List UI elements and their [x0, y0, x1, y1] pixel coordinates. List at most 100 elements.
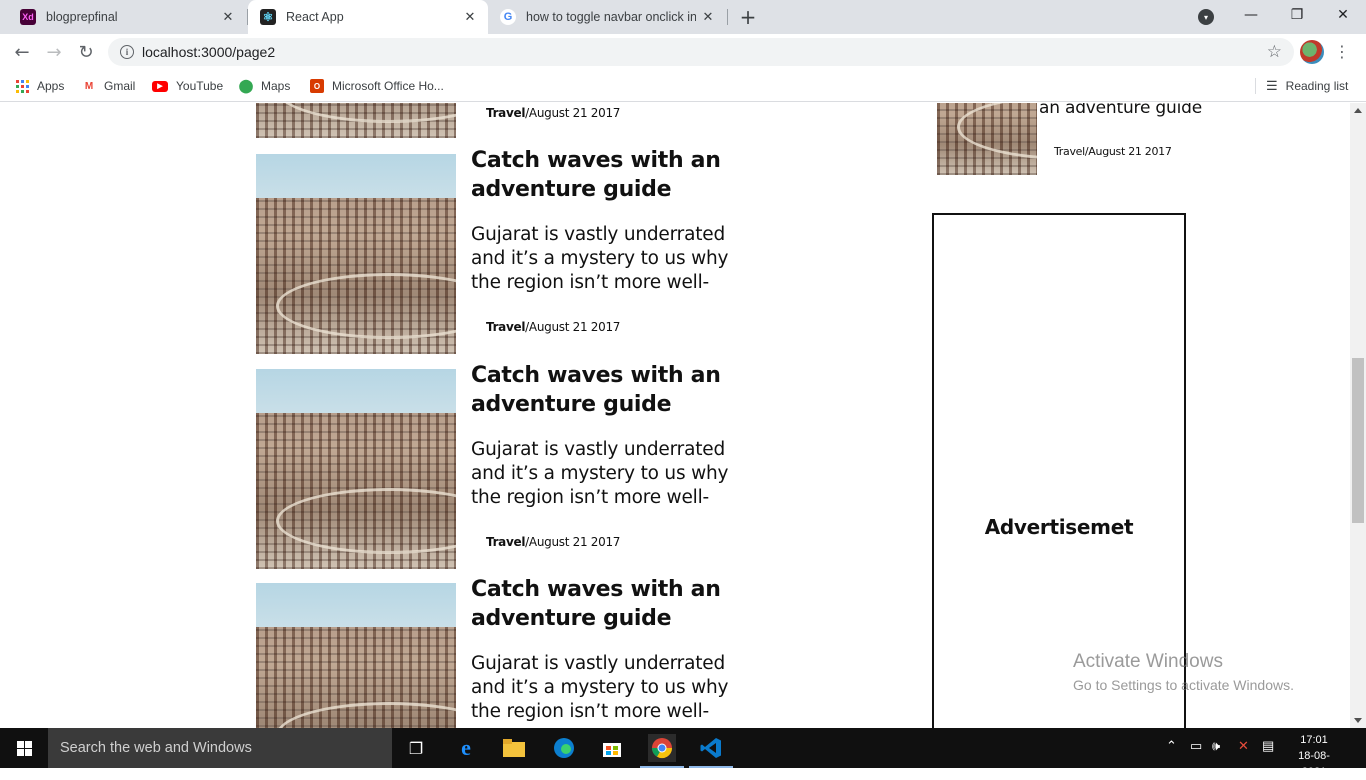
- office-icon: O: [310, 79, 324, 93]
- post-image[interactable]: [256, 583, 456, 728]
- profile-avatar[interactable]: [1300, 40, 1324, 64]
- start-button[interactable]: [0, 728, 48, 768]
- more-menu-icon[interactable]: ⋮: [1334, 42, 1350, 61]
- network-icon[interactable]: ✕: [1238, 738, 1249, 754]
- post-category[interactable]: Travel: [486, 320, 525, 334]
- post-title[interactable]: Catch waves with an adventure guide: [471, 361, 771, 419]
- close-icon[interactable]: ✕: [696, 5, 720, 29]
- url-text[interactable]: localhost:3000/page2: [142, 44, 275, 60]
- page-viewport: Travel/August 21 2017 Catch waves with a…: [0, 103, 1350, 728]
- post-date: /August 21 2017: [525, 106, 621, 120]
- action-center-icon[interactable]: ▤: [1262, 738, 1274, 754]
- tray-chevron-icon[interactable]: ⌃: [1166, 738, 1177, 754]
- reading-list-icon: ☰: [1266, 78, 1278, 93]
- tab-search-icon[interactable]: ▾: [1198, 9, 1214, 25]
- sidebar-post-image[interactable]: [937, 103, 1037, 175]
- post-title[interactable]: Catch waves with an adventure guide: [471, 575, 771, 633]
- youtube-icon: ▶: [152, 80, 168, 92]
- bookmark-label: YouTube: [176, 79, 224, 93]
- post-date: /August 21 2017: [525, 535, 621, 549]
- bookmarks-bar: Apps M Gmail ▶ YouTube ⬤ Maps O Microsof…: [0, 70, 1366, 102]
- scroll-up-icon[interactable]: [1354, 108, 1362, 113]
- bookmark-star-icon[interactable]: ☆: [1267, 42, 1282, 62]
- windows-logo-icon: [16, 740, 32, 756]
- post-title[interactable]: Catch waves with an adventure guide: [471, 146, 771, 204]
- edge-icon[interactable]: [550, 734, 578, 762]
- maps-pin-icon: ⬤: [238, 78, 254, 93]
- post-category[interactable]: Travel: [486, 106, 525, 120]
- adobe-xd-icon: Xd: [20, 9, 36, 25]
- reading-list-label: Reading list: [1285, 79, 1349, 93]
- back-arrow-icon[interactable]: ←: [8, 38, 36, 66]
- post-date: /August 21 2017: [525, 320, 621, 334]
- react-icon: ⚛: [260, 9, 276, 25]
- tab-react-app[interactable]: ⚛ React App ✕: [248, 0, 488, 34]
- scroll-down-icon[interactable]: [1354, 718, 1362, 723]
- reload-icon[interactable]: ↻: [72, 38, 100, 66]
- bookmark-label: Maps: [261, 79, 291, 93]
- activate-windows-watermark: Activate Windows Go to Settings to activ…: [1073, 651, 1294, 693]
- tab-title: React App: [286, 10, 344, 24]
- post-image[interactable]: [256, 103, 456, 138]
- tab-title: blogprepfinal: [46, 10, 118, 24]
- edge-legacy-icon[interactable]: e: [452, 734, 480, 762]
- browser-toolbar: ← → ↻ i localhost:3000/page2 ☆ ⋮: [0, 34, 1366, 70]
- chrome-icon[interactable]: [640, 734, 684, 768]
- post-excerpt: Gujarat is vastly underrated and it’s a …: [471, 439, 729, 508]
- system-clock[interactable]: 17:01 18-08-2021: [1290, 732, 1338, 780]
- post-meta: Travel/August 21 2017: [486, 106, 620, 120]
- site-info-icon[interactable]: i: [120, 45, 134, 59]
- bookmark-maps[interactable]: ⬤ Maps: [238, 76, 291, 96]
- apps-grid-icon: [15, 79, 29, 93]
- post-meta: Travel/August 21 2017: [486, 320, 620, 334]
- tab-title: how to toggle navbar onclick in r: [526, 10, 696, 24]
- close-icon[interactable]: ✕: [458, 5, 482, 29]
- bookmark-label: Apps: [37, 79, 65, 93]
- file-explorer-icon[interactable]: [500, 734, 528, 762]
- post-image[interactable]: [256, 369, 456, 569]
- battery-icon[interactable]: ▭: [1190, 738, 1202, 754]
- clock-date: 18-08-2021: [1298, 750, 1330, 778]
- forward-arrow-icon[interactable]: →: [40, 38, 68, 66]
- clock-time: 17:01: [1300, 734, 1328, 746]
- bookmark-label: Microsoft Office Ho...: [332, 79, 444, 93]
- address-bar[interactable]: i localhost:3000/page2 ☆: [108, 38, 1294, 66]
- maximize-button[interactable]: ❐: [1274, 0, 1320, 30]
- tab-divider: [727, 9, 728, 25]
- tab-strip: Xd blogprepfinal ✕ ⚛ React App ✕ G how t…: [0, 0, 1366, 34]
- windows-taskbar: Search the web and Windows ❐ e ⌃ ▭ 🕪 ✕ ▤…: [0, 728, 1366, 778]
- sidebar-post-meta: Travel/August 21 2017: [1054, 145, 1172, 158]
- watermark-subtitle: Go to Settings to activate Windows.: [1073, 677, 1294, 693]
- post-meta: Travel/August 21 2017: [486, 535, 620, 549]
- minimize-button[interactable]: —: [1228, 0, 1274, 30]
- sidebar-post-title[interactable]: an adventure guide: [1039, 103, 1202, 118]
- volume-icon[interactable]: 🕪: [1212, 738, 1220, 754]
- store-icon[interactable]: [598, 734, 626, 762]
- post-image[interactable]: [256, 154, 456, 354]
- post-category[interactable]: Travel: [486, 535, 525, 549]
- page-scrollbar[interactable]: [1350, 103, 1366, 728]
- close-window-button[interactable]: ✕: [1320, 0, 1366, 30]
- post-excerpt: Gujarat is vastly underrated and it’s a …: [471, 653, 729, 722]
- bookmark-office[interactable]: O Microsoft Office Ho...: [310, 76, 444, 96]
- advertisement-label: Advertisemet: [984, 515, 1134, 539]
- post-excerpt: Gujarat is vastly underrated and it’s a …: [471, 224, 729, 293]
- vscode-icon[interactable]: [689, 734, 733, 768]
- taskbar-search-placeholder: Search the web and Windows: [60, 740, 252, 756]
- task-view-icon[interactable]: ❐: [402, 734, 430, 762]
- new-tab-button[interactable]: +: [736, 5, 760, 29]
- gmail-icon: M: [84, 80, 94, 92]
- reading-list-button[interactable]: ☰ Reading list: [1266, 76, 1348, 96]
- taskbar-search[interactable]: Search the web and Windows: [48, 728, 392, 768]
- bookmark-gmail[interactable]: M Gmail: [82, 76, 136, 96]
- bookmark-divider: [1255, 78, 1256, 94]
- bookmark-youtube[interactable]: ▶ YouTube: [152, 76, 223, 96]
- scrollbar-thumb[interactable]: [1352, 358, 1364, 523]
- tab-blogprepfinal[interactable]: Xd blogprepfinal ✕: [8, 0, 246, 34]
- watermark-title: Activate Windows: [1073, 651, 1223, 672]
- bookmark-apps[interactable]: Apps: [15, 76, 64, 96]
- tab-google-search[interactable]: G how to toggle navbar onclick in r ✕: [488, 0, 726, 34]
- close-icon[interactable]: ✕: [216, 5, 240, 29]
- bookmark-label: Gmail: [104, 79, 136, 93]
- google-icon: G: [500, 9, 516, 25]
